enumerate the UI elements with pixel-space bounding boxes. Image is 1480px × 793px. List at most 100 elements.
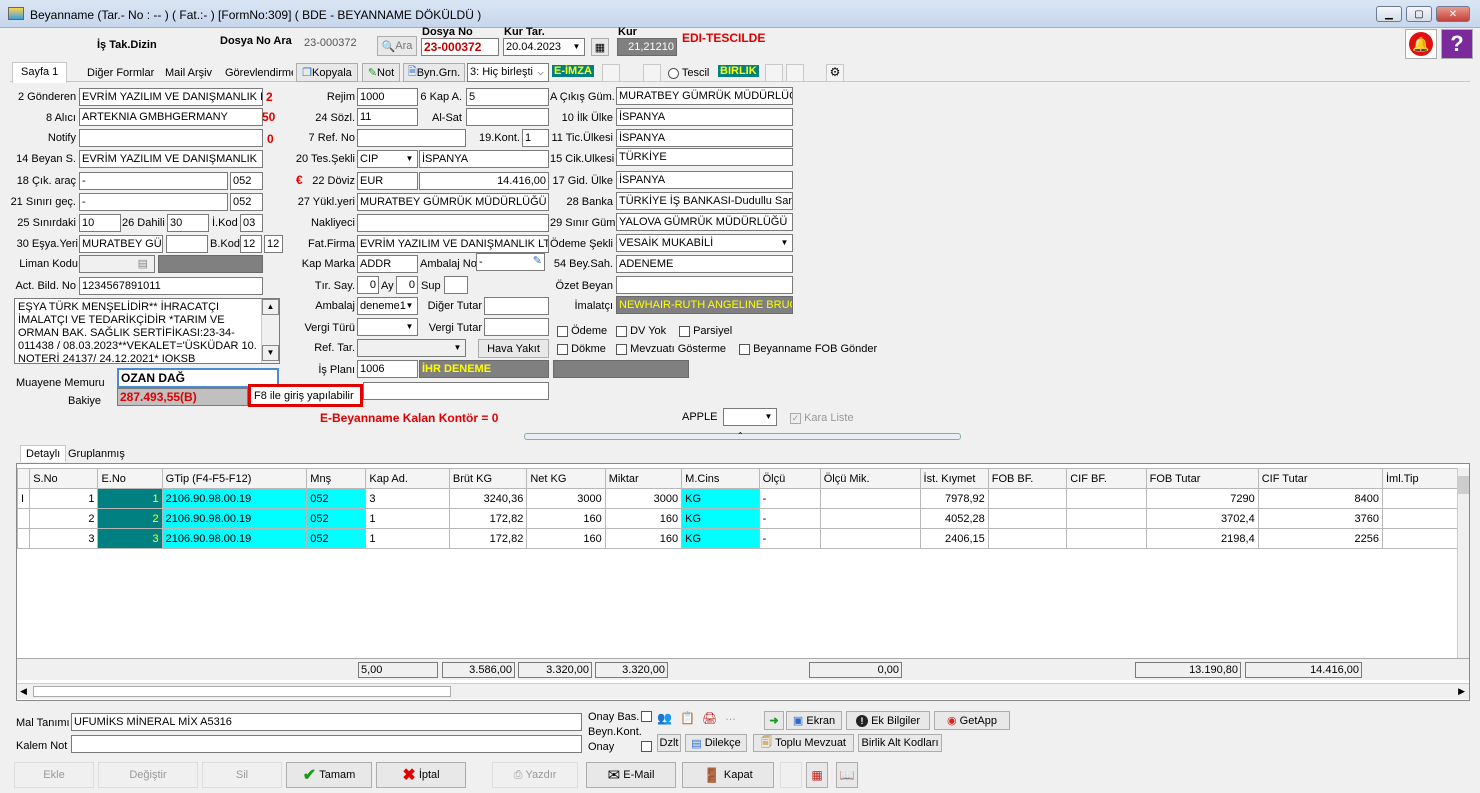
cell[interactable] bbox=[987, 488, 1068, 509]
vergi-turu-combo[interactable]: ▼ bbox=[357, 318, 418, 336]
users-icon[interactable]: 👥 bbox=[657, 711, 677, 729]
calculator-icon[interactable]: ▦ bbox=[806, 762, 828, 788]
sinirdaki-field[interactable]: 10 bbox=[79, 214, 121, 232]
tab-diger-formlar[interactable]: Diğer Formlar bbox=[87, 67, 154, 79]
tools-icon[interactable]: ⚙ bbox=[826, 64, 844, 82]
cell[interactable]: 1 bbox=[365, 528, 450, 549]
col-header[interactable]: CIF BF. bbox=[1066, 468, 1147, 489]
lookup-icon[interactable]: ▤ bbox=[138, 257, 148, 271]
tab-detayli[interactable]: Detaylı bbox=[20, 445, 67, 462]
ozet-beyan-field[interactable] bbox=[616, 276, 793, 294]
ref-field[interactable] bbox=[357, 129, 466, 147]
chevron-down-icon[interactable]: ▼ bbox=[569, 39, 584, 55]
col-header[interactable]: Miktar bbox=[604, 468, 683, 489]
cell[interactable]: 2106.90.98.00.19 bbox=[161, 528, 308, 549]
birlik-alt-kodlari-button[interactable]: Birlik Alt Kodları bbox=[858, 734, 942, 752]
col-header[interactable]: Net KG bbox=[526, 468, 606, 489]
col-header[interactable]: FOB Tutar bbox=[1145, 468, 1259, 489]
blank-button[interactable] bbox=[602, 64, 620, 82]
go-icon[interactable]: ➜ bbox=[764, 711, 784, 730]
col-header[interactable]: CIF Tutar bbox=[1257, 468, 1383, 489]
cell[interactable]: 3 bbox=[29, 528, 99, 549]
scroll-thumb[interactable] bbox=[1458, 476, 1469, 494]
memo-scrollbar[interactable]: ▲ ▼ bbox=[261, 299, 279, 363]
onay-bas-checkbox[interactable] bbox=[641, 711, 652, 722]
ambalaj-no-field[interactable]: - ✎ bbox=[476, 253, 545, 271]
bkod-2-field[interactable]: 12 bbox=[264, 235, 283, 253]
help-icon[interactable]: ? bbox=[1441, 29, 1473, 59]
cell[interactable] bbox=[987, 508, 1068, 529]
cell[interactable]: 1 bbox=[29, 488, 99, 509]
is-plani-field[interactable]: 1006 bbox=[357, 360, 418, 378]
dosya-no-field[interactable]: 23-000372 bbox=[421, 38, 499, 56]
scroll-thumb[interactable] bbox=[33, 686, 451, 697]
tamam-button[interactable]: ✔ Tamam bbox=[286, 762, 372, 788]
bey-sah-field[interactable]: ADENEME bbox=[616, 255, 793, 273]
cell[interactable]: 052 bbox=[306, 528, 367, 549]
email-button[interactable]: ✉ E-Mail bbox=[586, 762, 676, 788]
hava-yakit-button[interactable]: Hava Yakıt bbox=[478, 339, 549, 358]
col-header[interactable]: Mnş bbox=[306, 468, 367, 489]
chevron-down-icon[interactable]: ⌵ bbox=[533, 64, 548, 81]
sinir-gec-code-field[interactable]: 052 bbox=[230, 193, 263, 211]
chevron-down-icon[interactable]: ▼ bbox=[777, 235, 792, 251]
cell[interactable]: 172,82 bbox=[448, 508, 528, 529]
cell[interactable]: 2106.90.98.00.19 bbox=[161, 488, 308, 509]
grid-horizontal-scrollbar[interactable]: ◀ ▶ bbox=[17, 683, 1469, 699]
cell[interactable]: KG bbox=[681, 528, 760, 549]
tab-gruplanmis[interactable]: Gruplanmış bbox=[68, 448, 125, 460]
chevron-down-icon[interactable]: ▼ bbox=[761, 409, 776, 425]
getapp-button[interactable]: ◉ GetApp bbox=[934, 711, 1010, 730]
edit-icon[interactable]: ✎ bbox=[533, 254, 542, 268]
cell[interactable]: 3000 bbox=[526, 488, 606, 509]
ay-field[interactable]: 0 bbox=[396, 276, 418, 294]
more-icon[interactable]: … bbox=[725, 711, 739, 729]
table-row[interactable]: 2 2 2106.90.98.00.19 052 1 172,82 160 16… bbox=[17, 508, 1469, 529]
cell[interactable]: 3760 bbox=[1257, 508, 1383, 529]
alsat-field[interactable] bbox=[466, 108, 549, 126]
description-memo[interactable]: EŞYA TÜRK MENŞELİDİR** İHRACATÇI İMALATÇ… bbox=[14, 298, 280, 364]
cell[interactable]: - bbox=[758, 528, 821, 549]
blank-button-4[interactable] bbox=[786, 64, 804, 82]
odeme-checkbox[interactable]: Ödeme bbox=[557, 325, 607, 337]
chevron-down-icon[interactable]: ▼ bbox=[402, 319, 417, 335]
kap-marka-field[interactable]: ADDR bbox=[357, 255, 418, 273]
ref-tar-combo[interactable]: ▼ bbox=[357, 339, 466, 357]
is-tak-dizin-label[interactable]: İş Tak.Dizin bbox=[97, 39, 157, 51]
dosya-no-ara-field[interactable]: 23-000372 bbox=[302, 35, 374, 53]
birlesti-combo[interactable]: 3: Hiç birleşti ⌵ bbox=[467, 63, 549, 82]
blank-button-2[interactable] bbox=[643, 64, 661, 82]
col-header[interactable]: Kap Ad. bbox=[365, 468, 450, 489]
scroll-right-icon[interactable]: ▶ bbox=[1458, 686, 1465, 697]
gid-ulke-field[interactable]: İSPANYA bbox=[616, 171, 793, 189]
cell[interactable]: 2106.90.98.00.19 bbox=[161, 508, 308, 529]
vergi-tutar-field[interactable] bbox=[484, 318, 549, 336]
tab-mail-arsiv[interactable]: Mail Arşiv bbox=[165, 67, 212, 79]
col-header[interactable]: GTip (F4-F5-F12) bbox=[161, 468, 308, 489]
cell[interactable] bbox=[1066, 508, 1147, 529]
ara-button[interactable]: 🔍 Ara bbox=[377, 36, 417, 56]
cell[interactable]: 2198,4 bbox=[1145, 528, 1259, 549]
grid-vertical-scrollbar[interactable] bbox=[1457, 468, 1469, 678]
chevron-down-icon[interactable]: ▼ bbox=[450, 340, 465, 356]
cell[interactable] bbox=[1066, 488, 1147, 509]
cell[interactable] bbox=[819, 508, 921, 529]
cell[interactable]: 3240,36 bbox=[448, 488, 528, 509]
kur-tar-field[interactable]: 20.04.2023 ▼ bbox=[503, 38, 585, 56]
ikod-field[interactable]: 03 bbox=[240, 214, 263, 232]
sozl-field[interactable]: 11 bbox=[357, 108, 418, 126]
apple-combo[interactable]: ▼ bbox=[723, 408, 777, 426]
table-row[interactable]: I 1 1 2106.90.98.00.19 052 3 3240,36 300… bbox=[17, 488, 1469, 509]
cell[interactable]: 7978,92 bbox=[919, 488, 989, 509]
sinir-gec-field[interactable]: - bbox=[79, 193, 228, 211]
col-header[interactable]: Ölçü Mik. bbox=[819, 468, 921, 489]
fob-gonder-checkbox[interactable]: Beyanname FOB Gönder bbox=[739, 343, 877, 355]
cell[interactable]: - bbox=[758, 488, 821, 509]
esya-yeri-field[interactable]: MURATBEY GÜ bbox=[79, 235, 163, 253]
banka-field[interactable]: TÜRKİYE İŞ BANKASI-Dudullu Sana bbox=[616, 192, 793, 210]
e-imza-badge[interactable]: E-İMZA bbox=[552, 65, 594, 77]
close-button[interactable]: ✕ bbox=[1436, 6, 1470, 22]
col-header[interactable]: S.No bbox=[29, 468, 99, 489]
tes-field[interactable]: CIP ▼ bbox=[357, 150, 418, 168]
cell[interactable]: 2406,15 bbox=[919, 528, 989, 549]
